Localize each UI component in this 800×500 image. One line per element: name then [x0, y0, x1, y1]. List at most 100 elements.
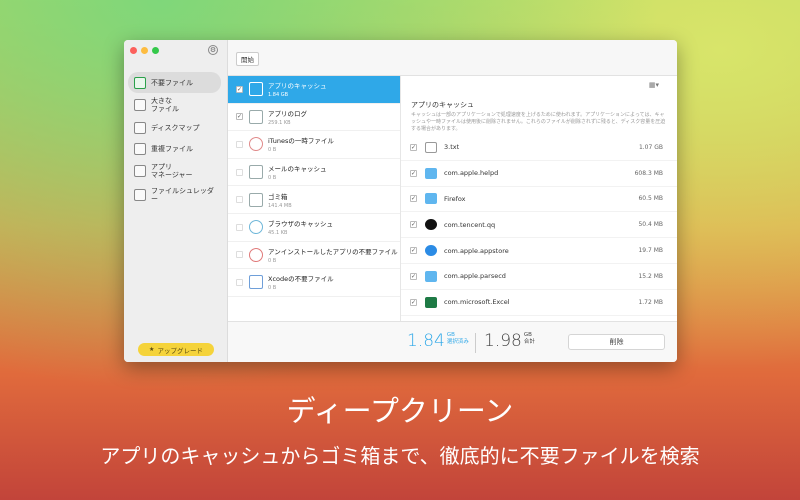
remove-app-icon	[249, 247, 263, 262]
excel-icon	[425, 296, 437, 308]
file-name: Firefox	[444, 194, 466, 203]
category-item-app-logs[interactable]: ✓ アプリのログ 259.1 KB	[228, 104, 400, 132]
sidebar-item-label: 不要ファイル	[151, 78, 193, 87]
detail-title: アプリのキャッシュ	[411, 101, 474, 109]
category-name: iTunesの一時ファイル	[268, 137, 334, 146]
file-row[interactable]: ✓ com.apple.helpd 608.3 MB	[401, 161, 677, 187]
grand-total: 1.98 GB 合計	[484, 332, 535, 350]
app-log-icon	[249, 109, 263, 124]
disk-map-icon	[134, 121, 146, 134]
file-row[interactable]: ✓ com.tencent.qq 50.4 MB	[401, 212, 677, 239]
category-size: 259.1 KB	[268, 119, 291, 126]
folder-icon	[425, 167, 437, 179]
sidebar-item-duplicates[interactable]: 重複ファイル	[128, 138, 221, 159]
selected-label: 選択済み	[446, 339, 469, 345]
compass-icon	[249, 220, 263, 235]
category-item-itunes-temp[interactable]: iTunesの一時ファイル 0 B	[228, 131, 400, 159]
app-window: ⚙ 不要ファイル 大きな ファイル ディスクマップ 重複ファイル アプリ マネー…	[124, 40, 677, 362]
file-size: 50.4 MB	[638, 221, 663, 229]
category-size: 0 B	[268, 175, 277, 182]
category-size: 0 B	[268, 257, 277, 264]
settings-icon[interactable]: ⚙	[208, 45, 218, 55]
file-name: com.microsoft.Excel	[444, 298, 510, 307]
list-view-icon[interactable]: ▦▾	[649, 81, 659, 89]
music-note-icon	[249, 137, 263, 152]
upgrade-label: アップグレード	[157, 346, 203, 355]
category-checkbox[interactable]	[236, 251, 243, 259]
category-size: 141.4 MB	[268, 202, 292, 209]
file-checkbox[interactable]: ✓	[410, 221, 417, 229]
selected-unit: GB	[446, 332, 455, 338]
sidebar: ⚙ 不要ファイル 大きな ファイル ディスクマップ 重複ファイル アプリ マネー…	[124, 40, 228, 362]
sidebar-item-label: 重複ファイル	[151, 144, 193, 153]
total-unit: GB	[523, 332, 532, 338]
category-name: アプリのキャッシュ	[268, 82, 327, 91]
file-checkbox[interactable]: ✓	[410, 272, 417, 280]
category-size: 1.84 GB	[268, 92, 289, 99]
file-row[interactable]: ✓ com.apple.appstore 19.7 MB	[401, 238, 677, 264]
delete-button[interactable]: 削除	[568, 334, 665, 350]
detail-panel: ▦▾ アプリのキャッシュ キャッシュは一部のアプリケーションで処理速度を上げるた…	[401, 76, 677, 321]
promo-headline: ディープクリーン	[286, 394, 514, 428]
trash-bin-icon	[249, 192, 263, 207]
large-file-icon	[134, 99, 146, 111]
category-item-mail-cache[interactable]: メールのキャッシュ 0 B	[228, 159, 400, 187]
sidebar-item-app-manager[interactable]: アプリ マネージャー	[128, 159, 221, 183]
file-row[interactable]: ✓ Firefox 60.5 MB	[401, 187, 677, 213]
file-checkbox[interactable]: ✓	[410, 169, 417, 177]
category-item-app-cache[interactable]: ✓ アプリのキャッシュ 1.84 GB	[228, 76, 400, 104]
app-store-icon	[425, 245, 437, 257]
xcode-icon	[249, 275, 263, 290]
file-name: com.apple.appstore	[444, 246, 509, 255]
file-checkbox[interactable]: ✓	[410, 298, 417, 306]
selected-value: 1.84	[407, 331, 445, 351]
category-name: アプリのログ	[268, 109, 307, 118]
category-checkbox[interactable]: ✓	[236, 113, 243, 121]
category-size: 0 B	[268, 285, 277, 292]
category-name: ブラウザのキャッシュ	[268, 220, 333, 229]
file-row[interactable]: ✓ com.apple.parsecd 15.2 MB	[401, 264, 677, 290]
category-size: 0 B	[268, 147, 277, 154]
file-size: 15.2 MB	[638, 272, 663, 280]
file-checkbox[interactable]: ✓	[410, 195, 417, 203]
file-checkbox[interactable]: ✓	[410, 143, 417, 151]
file-row[interactable]: ✓ com.microsoft.Excel 1.72 MB	[401, 290, 677, 316]
category-item-uninstalled-leftovers[interactable]: アンインストールしたアプリの不要ファイル 0 B	[228, 242, 400, 270]
file-size: 1.72 MB	[638, 298, 663, 306]
minimize-window-button[interactable]	[141, 47, 148, 54]
file-row[interactable]: ✓ 3.txt 1.07 GB	[401, 135, 677, 161]
summary-divider	[475, 333, 476, 353]
start-button[interactable]: 開始	[236, 52, 259, 66]
category-name: アンインストールしたアプリの不要ファイル	[268, 247, 398, 256]
total-value: 1.98	[484, 331, 522, 351]
file-size: 1.07 GB	[638, 143, 663, 151]
file-size: 608.3 MB	[634, 169, 663, 177]
sidebar-item-shredder[interactable]: ファイルシュレッダー	[128, 183, 221, 207]
category-checkbox[interactable]	[236, 140, 243, 148]
category-checkbox[interactable]	[236, 196, 243, 204]
category-item-browser-cache[interactable]: ブラウザのキャッシュ 45.1 KB	[228, 214, 400, 242]
category-checkbox[interactable]	[236, 223, 243, 231]
total-label: 合計	[523, 339, 535, 345]
sidebar-item-label: ファイルシュレッダー	[151, 187, 214, 203]
folder-icon	[425, 270, 437, 282]
trash-can-icon	[134, 76, 146, 89]
file-name: 3.txt	[444, 143, 460, 152]
file-name: com.apple.helpd	[444, 169, 499, 178]
upgrade-button[interactable]: ★ アップグレード	[138, 343, 214, 356]
app-manager-icon	[134, 165, 146, 177]
maximize-window-button[interactable]	[152, 47, 159, 54]
sidebar-item-junk-files[interactable]: 不要ファイル	[128, 72, 221, 93]
envelope-icon	[249, 165, 263, 180]
sidebar-item-large-files[interactable]: 大きな ファイル	[128, 93, 221, 117]
category-item-trash[interactable]: ゴミ箱 141.4 MB	[228, 186, 400, 214]
category-checkbox[interactable]: ✓	[236, 85, 243, 93]
file-size: 60.5 MB	[638, 195, 663, 203]
category-checkbox[interactable]	[236, 168, 243, 176]
sidebar-item-disk-map[interactable]: ディスクマップ	[128, 117, 221, 138]
file-checkbox[interactable]: ✓	[410, 247, 417, 255]
category-item-xcode-junk[interactable]: Xcodeの不要ファイル 0 B	[228, 269, 400, 297]
close-window-button[interactable]	[130, 47, 137, 54]
category-checkbox[interactable]	[236, 278, 243, 286]
category-name: Xcodeの不要ファイル	[268, 275, 334, 284]
